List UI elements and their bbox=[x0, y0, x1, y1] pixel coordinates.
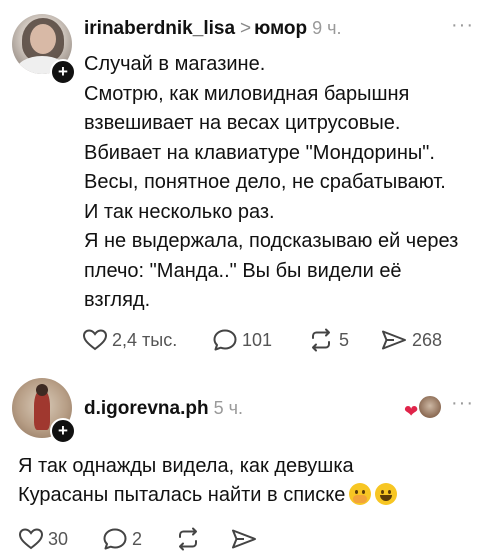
comment-body: Я так однажды видела, как девушка Кураса… bbox=[18, 452, 488, 510]
repost-button[interactable]: 5 bbox=[307, 328, 349, 352]
post-line: Вбивает на клавиатуре "Мондорины". bbox=[84, 141, 435, 164]
repost-button[interactable] bbox=[174, 527, 202, 551]
like-count: 30 bbox=[48, 528, 69, 549]
heart-icon: ❤ bbox=[404, 402, 419, 421]
comment-username[interactable]: d.igorevna.ph bbox=[84, 398, 209, 419]
heart-outline-icon bbox=[18, 528, 44, 550]
post-time: 9 ч. bbox=[312, 18, 342, 38]
like-button[interactable]: 2,4 тыс. bbox=[82, 328, 177, 352]
reply-button[interactable]: 2 bbox=[102, 527, 142, 551]
topic-separator: > bbox=[240, 18, 252, 39]
post-line: Случай в магазине. bbox=[84, 53, 266, 75]
thread-view: + irinaberdnik_lisa > юмор 9 ч. ··· Случай … bbox=[0, 0, 500, 559]
send-icon bbox=[382, 330, 406, 350]
post-header: irinaberdnik_lisa > юмор 9 ч. bbox=[84, 18, 342, 40]
reply-count: 101 bbox=[242, 329, 273, 350]
repost-count: 5 bbox=[339, 329, 350, 350]
reply-button[interactable]: 101 bbox=[212, 328, 272, 352]
post-line: взвешивает на весах цитрусовые. bbox=[84, 112, 401, 134]
face-with-hand-over-mouth-emoji-icon bbox=[349, 483, 372, 505]
share-button[interactable] bbox=[230, 527, 258, 551]
post-line: Весы, понятное дело, не срабатывают. bbox=[84, 171, 446, 193]
post-line: Смотрю, как миловидная барышня bbox=[84, 82, 410, 105]
more-options-icon[interactable]: ··· bbox=[451, 393, 474, 413]
comment-line: Я так однажды видела, как девушка bbox=[18, 455, 354, 477]
reaction-avatar bbox=[418, 395, 442, 419]
post-body: Случай в магазине. Смотрю, как миловидна… bbox=[84, 50, 489, 316]
repost-arrows-icon bbox=[312, 328, 330, 352]
grinning-face-emoji-icon bbox=[375, 483, 398, 505]
share-count: 268 bbox=[412, 329, 443, 350]
post-line: Я не выдержала, подсказываю ей через bbox=[84, 230, 459, 252]
post-actions: 2,4 тыс. 101 5 268 bbox=[82, 328, 482, 358]
comment-header: d.igorevna.ph 5 ч. bbox=[84, 398, 243, 420]
post-username[interactable]: irinaberdnik_lisa bbox=[84, 18, 235, 39]
follow-plus-icon[interactable]: + bbox=[50, 59, 76, 85]
more-options-icon[interactable]: ··· bbox=[451, 15, 474, 35]
comment-actions: 30 2 bbox=[18, 527, 418, 557]
follow-plus-icon[interactable]: + bbox=[50, 418, 76, 444]
author-reaction: ❤ bbox=[404, 395, 442, 421]
share-button[interactable]: 268 bbox=[380, 328, 442, 352]
post-topic[interactable]: юмор bbox=[254, 18, 307, 39]
heart-outline-icon bbox=[82, 329, 108, 351]
post-line: И так несколько раз. bbox=[84, 200, 275, 223]
speech-bubble-icon bbox=[213, 329, 237, 351]
like-count: 2,4 тыс. bbox=[112, 329, 178, 350]
like-button[interactable]: 30 bbox=[18, 527, 68, 551]
repost-arrows-icon bbox=[179, 527, 197, 551]
speech-bubble-icon bbox=[103, 528, 127, 550]
send-icon bbox=[232, 529, 256, 549]
comment-line: Курасаны пыталась найти в списке bbox=[18, 481, 488, 510]
comment-time: 5 ч. bbox=[213, 398, 243, 418]
reply-count: 2 bbox=[132, 528, 143, 549]
post-line: плечо: "Манда.." Вы бы видели её bbox=[84, 259, 402, 282]
post-line: взгляд. bbox=[84, 289, 151, 311]
